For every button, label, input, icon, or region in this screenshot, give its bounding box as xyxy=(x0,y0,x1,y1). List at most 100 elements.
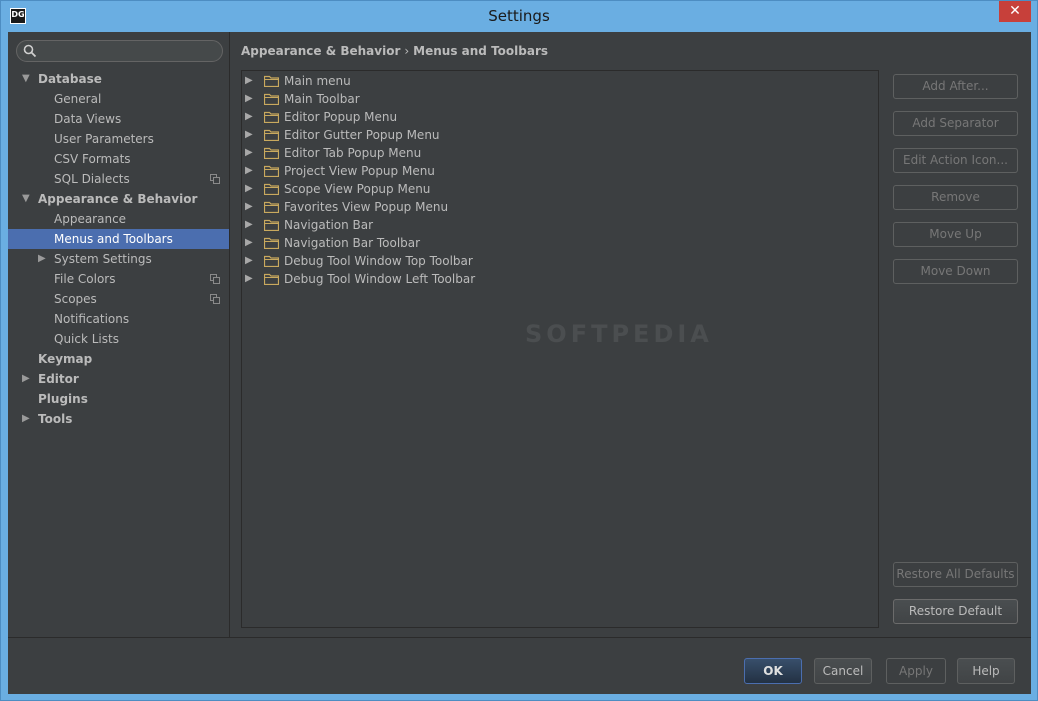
menu-tree-item-label: Project View Popup Menu xyxy=(284,164,435,178)
apply-button[interactable]: Apply xyxy=(886,658,946,684)
menu-tree-item-label: Navigation Bar xyxy=(284,218,374,232)
expand-arrow-icon[interactable]: ▶ xyxy=(245,90,253,108)
menu-tree-item[interactable]: ▶ Project View Popup Menu xyxy=(242,162,878,180)
dialog-body: ▼ Database General Data Views User Parameter… xyxy=(8,32,1031,694)
sidebar-item[interactable]: Scopes xyxy=(8,289,229,309)
sidebar-item[interactable]: User Parameters xyxy=(8,129,229,149)
sidebar-item[interactable]: Menus and Toolbars xyxy=(8,229,229,249)
window-title: Settings xyxy=(488,7,550,25)
sidebar-item-label: Menus and Toolbars xyxy=(54,232,173,246)
move-up-button[interactable]: Move Up xyxy=(893,222,1018,247)
menu-tree-item[interactable]: ▶ Favorites View Popup Menu xyxy=(242,198,878,216)
menu-tree-item[interactable]: ▶ Editor Popup Menu xyxy=(242,108,878,126)
sidebar-item[interactable]: File Colors xyxy=(8,269,229,289)
sidebar-item[interactable]: Notifications xyxy=(8,309,229,329)
menu-tree-item[interactable]: ▶ Navigation Bar xyxy=(242,216,878,234)
ok-button[interactable]: OK xyxy=(744,658,802,684)
folder-icon xyxy=(264,183,279,195)
expand-arrow-icon[interactable]: ▶ xyxy=(245,72,253,90)
sidebar-item[interactable]: ▼ Appearance & Behavior xyxy=(8,189,229,209)
expand-arrow-icon[interactable]: ▶ xyxy=(245,180,253,198)
menu-tree-item[interactable]: ▶ Debug Tool Window Top Toolbar xyxy=(242,252,878,270)
title-bar[interactable]: DG Settings ✕ xyxy=(1,1,1037,32)
search-box[interactable] xyxy=(16,40,223,62)
project-scope-icon xyxy=(210,274,220,284)
breadcrumb-separator: › xyxy=(404,44,410,58)
folder-icon xyxy=(264,111,279,123)
collapse-arrow-icon[interactable]: ▶ xyxy=(22,409,34,429)
menu-tree-item-label: Debug Tool Window Left Toolbar xyxy=(284,272,476,286)
sidebar-item-label: Editor xyxy=(38,372,79,386)
expand-arrow-icon[interactable]: ▶ xyxy=(245,144,253,162)
collapse-arrow-icon[interactable]: ▶ xyxy=(38,249,50,269)
sidebar-item-label: Database xyxy=(38,72,102,86)
menu-tree-item[interactable]: ▶ Navigation Bar Toolbar xyxy=(242,234,878,252)
search-input[interactable] xyxy=(41,43,217,59)
sidebar-item[interactable]: General xyxy=(8,89,229,109)
expand-arrow-icon[interactable]: ▶ xyxy=(245,270,253,288)
folder-icon xyxy=(264,255,279,267)
sidebar-item[interactable]: Plugins xyxy=(8,389,229,409)
restore-all-defaults-button[interactable]: Restore All Defaults xyxy=(893,562,1018,587)
sidebar-item-label: System Settings xyxy=(54,252,152,266)
sidebar-item-label: Quick Lists xyxy=(54,332,119,346)
expand-arrow-icon[interactable]: ▶ xyxy=(245,198,253,216)
sidebar-item[interactable]: Keymap xyxy=(8,349,229,369)
sidebar-item-label: Plugins xyxy=(38,392,88,406)
sidebar-item[interactable]: Quick Lists xyxy=(8,329,229,349)
menu-tree-item-label: Scope View Popup Menu xyxy=(284,182,431,196)
expand-arrow-icon[interactable]: ▶ xyxy=(245,216,253,234)
expand-arrow-icon[interactable]: ▶ xyxy=(245,126,253,144)
cancel-button[interactable]: Cancel xyxy=(814,658,872,684)
breadcrumb-parent[interactable]: Appearance & Behavior xyxy=(241,44,400,58)
sidebar-item[interactable]: ▶ Tools xyxy=(8,409,229,429)
sidebar-item[interactable]: Appearance xyxy=(8,209,229,229)
menu-tree-item[interactable]: ▶ Debug Tool Window Left Toolbar xyxy=(242,270,878,288)
folder-icon xyxy=(264,75,279,87)
add-separator-button[interactable]: Add Separator xyxy=(893,111,1018,136)
move-down-button[interactable]: Move Down xyxy=(893,259,1018,284)
add-after-button[interactable]: Add After... xyxy=(893,74,1018,99)
sidebar-item-label: Notifications xyxy=(54,312,130,326)
search-icon xyxy=(23,44,37,58)
sidebar-item[interactable]: CSV Formats xyxy=(8,149,229,169)
sidebar-item-label: Appearance xyxy=(54,212,127,226)
edit-action-icon-button[interactable]: Edit Action Icon... xyxy=(893,148,1018,173)
sidebar-item[interactable]: Data Views xyxy=(8,109,229,129)
menu-tree-item-label: Main Toolbar xyxy=(284,92,360,106)
close-button[interactable]: ✕ xyxy=(999,1,1031,22)
watermark: SOFTPEDIA xyxy=(525,320,713,348)
folder-icon xyxy=(264,129,279,141)
collapse-arrow-icon[interactable]: ▶ xyxy=(22,369,34,389)
sidebar-item-label: General xyxy=(54,92,102,106)
sidebar-item[interactable]: ▼ Database xyxy=(8,69,229,89)
sidebar-item[interactable]: ▶ System Settings xyxy=(8,249,229,269)
sidebar-item[interactable]: SQL Dialects xyxy=(8,169,229,189)
restore-default-button[interactable]: Restore Default xyxy=(893,599,1018,624)
menu-tree-item[interactable]: ▶ Main menu xyxy=(242,72,878,90)
sidebar-item-label: Appearance & Behavior xyxy=(38,192,198,206)
menu-tree-item[interactable]: ▶ Editor Gutter Popup Menu xyxy=(242,126,878,144)
sidebar-item-label: SQL Dialects xyxy=(54,172,130,186)
expand-arrow-icon[interactable]: ▶ xyxy=(245,162,253,180)
settings-tree: ▼ Database General Data Views User Parameter… xyxy=(8,69,229,429)
settings-sidebar: ▼ Database General Data Views User Parameter… xyxy=(8,32,230,637)
help-button[interactable]: Help xyxy=(957,658,1015,684)
expand-arrow-icon[interactable]: ▼ xyxy=(22,189,34,209)
folder-icon xyxy=(264,165,279,177)
folder-icon xyxy=(264,147,279,159)
folder-icon xyxy=(264,273,279,285)
sidebar-item[interactable]: ▶ Editor xyxy=(8,369,229,389)
menu-tree-item-label: Editor Gutter Popup Menu xyxy=(284,128,440,142)
menus-tree[interactable]: ▶ Main menu ▶ Main Toolbar ▶ Editor Popup Men… xyxy=(241,70,879,628)
expand-arrow-icon[interactable]: ▶ xyxy=(245,108,253,126)
expand-arrow-icon[interactable]: ▶ xyxy=(245,234,253,252)
menu-tree-item[interactable]: ▶ Main Toolbar xyxy=(242,90,878,108)
menu-tree-item[interactable]: ▶ Scope View Popup Menu xyxy=(242,180,878,198)
menu-tree-item[interactable]: ▶ Editor Tab Popup Menu xyxy=(242,144,878,162)
expand-arrow-icon[interactable]: ▶ xyxy=(245,252,253,270)
remove-button[interactable]: Remove xyxy=(893,185,1018,210)
sidebar-item-label: File Colors xyxy=(54,272,116,286)
expand-arrow-icon[interactable]: ▼ xyxy=(22,69,34,89)
breadcrumb-current: Menus and Toolbars xyxy=(413,44,549,58)
